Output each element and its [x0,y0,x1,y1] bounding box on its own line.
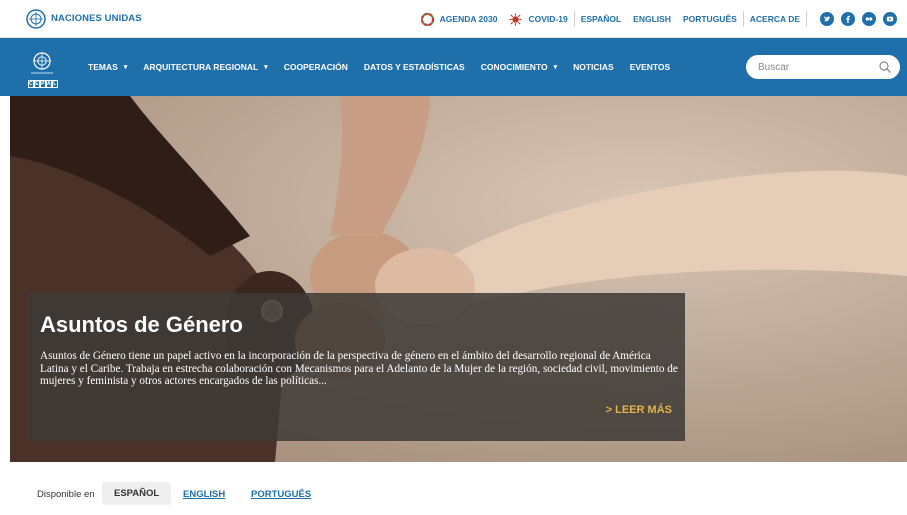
logo-letter: C [28,80,34,88]
nav-item-cooperacion[interactable]: COOPERACIÓN [284,62,348,72]
logo-letter: A [45,80,52,88]
nav-item-label: EVENTOS [629,62,671,72]
search-icon[interactable] [878,60,892,74]
nav-item-label: COOPERACIÓN [283,62,348,72]
youtube-icon[interactable] [883,12,897,26]
chevron-down-icon: ▾ [123,64,128,71]
logo-letter: E [33,80,40,88]
lang-english-link[interactable]: ENGLISH [627,14,677,24]
lang-option-espanol[interactable]: ESPAÑOL [102,482,172,505]
flickr-icon[interactable] [862,12,876,26]
nav-item-label: NOTICIAS [573,62,614,72]
covid-19-link[interactable]: COVID-19 [503,12,573,26]
search-input[interactable] [758,60,868,74]
virus-icon [509,12,523,26]
lang-espanol-link[interactable]: ESPAÑOL [575,14,627,24]
nav-item-noticias[interactable]: NOTICIAS [573,62,614,72]
hero-title: Asuntos de Género [40,312,243,337]
read-more-link[interactable]: > LEER MÁS [606,404,672,416]
nav-menu: TEMAS ▾ ARQUITECTURA REGIONAL ▾ COOPERAC… [88,38,686,96]
nav-item-label: TEMAS [88,62,118,72]
twitter-icon[interactable] [820,12,834,26]
language-selector: Disponible en ESPAÑOL ENGLISH PORTUGUÊS [0,462,907,515]
social-links [807,12,897,26]
search-box [746,55,900,79]
hero-banner: Asuntos de Género Asuntos de Género tien… [10,96,907,462]
nav-item-arquitectura-regional[interactable]: ARQUITECTURA REGIONAL ▾ [143,62,267,72]
nav-item-temas[interactable]: TEMAS ▾ [88,62,127,72]
cepal-logo-text: C E P A L [28,80,58,88]
hero-description: Asuntos de Género tiene un papel activo … [40,350,678,387]
main-nav: C E P A L TEMAS ▾ ARQUITECTURA REGIONAL … [0,38,907,96]
logo-letter: L [51,80,58,88]
hero-caption-box: Asuntos de Género Asuntos de Género tien… [27,293,685,441]
acerca-de-link[interactable]: ACERCA DE [744,14,806,24]
facebook-icon[interactable] [841,12,855,26]
un-emblem-icon[interactable] [26,9,46,29]
lang-option-english[interactable]: ENGLISH [183,489,225,500]
chevron-down-icon: ▾ [553,64,558,71]
nav-item-label: CONOCIMIENTO [480,62,548,72]
top-bar: NACIONES UNIDAS AGENDA 2030 COVID-19 ESP… [0,0,907,38]
chevron-down-icon: ▾ [264,64,268,71]
lang-option-portugues[interactable]: PORTUGUÊS [251,489,311,500]
nav-item-datos-estadisticas[interactable]: DATOS Y ESTADÍSTICAS [364,62,465,72]
nav-item-eventos[interactable]: EVENTOS [630,62,670,72]
un-name-link[interactable]: NACIONES UNIDAS [51,13,142,24]
nav-item-conocimiento[interactable]: CONOCIMIENTO ▾ [481,62,557,72]
logo-letter: P [39,80,46,88]
nav-item-label: ARQUITECTURA REGIONAL [143,62,259,72]
agenda-2030-link[interactable]: AGENDA 2030 [415,12,504,26]
top-links: AGENDA 2030 COVID-19 ESPAÑOL ENGLISH POR… [415,0,897,38]
sdg-wheel-icon [420,12,434,26]
lang-portugues-link[interactable]: PORTUGUÊS [677,14,743,24]
available-in-label: Disponible en [37,489,95,500]
nav-item-label: DATOS Y ESTADÍSTICAS [363,62,465,72]
agenda-2030-label: AGENDA 2030 [439,14,498,24]
covid-19-label: COVID-19 [528,14,568,24]
